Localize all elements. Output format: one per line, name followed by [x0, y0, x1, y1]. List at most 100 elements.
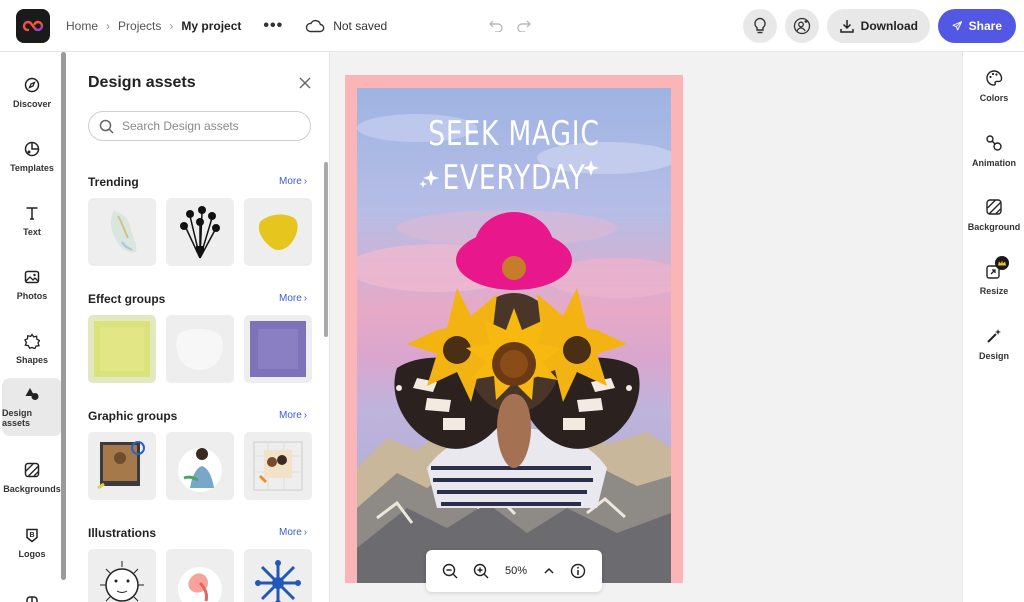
tool-label: Resize — [979, 286, 1009, 296]
search-box — [88, 111, 311, 141]
rail-label: Backgrounds — [3, 484, 61, 494]
more-label: More — [279, 293, 302, 304]
chevron-right-icon: › — [303, 293, 308, 304]
asset-thumb[interactable] — [166, 549, 234, 602]
sun-face-illustration — [100, 561, 144, 602]
download-button[interactable]: Download — [826, 9, 930, 43]
save-status: Not saved — [305, 19, 387, 33]
left-nav-rail: Discover Templates Text Photos Shapes De… — [0, 52, 66, 602]
asset-thumb[interactable] — [244, 432, 312, 500]
photo-icon — [24, 270, 40, 284]
asset-thumb[interactable] — [244, 315, 312, 383]
asset-thumb[interactable] — [88, 549, 156, 602]
premium-crown-icon — [995, 256, 1009, 270]
more-illustrations-link[interactable]: More › — [279, 527, 307, 538]
person-graphic-image — [178, 448, 222, 492]
rail-item-text[interactable]: Text — [2, 192, 62, 250]
chevron-right-icon: › — [303, 527, 308, 538]
logos-icon: B — [26, 528, 38, 543]
canvas-area: SEEK MAGIC EVERYDAY 50% — [330, 52, 962, 602]
tool-design[interactable]: Design — [963, 327, 1024, 361]
undo-button[interactable] — [486, 15, 506, 35]
share-label: Share — [968, 19, 1002, 33]
tool-background[interactable]: Background — [963, 198, 1024, 232]
tool-colors[interactable]: Colors — [963, 69, 1024, 103]
rail-item-discover[interactable]: Discover — [2, 64, 62, 122]
zoom-out-icon — [442, 563, 458, 579]
asset-thumb[interactable] — [88, 198, 156, 266]
rail-item-design-assets[interactable]: Design assets — [2, 378, 62, 436]
section-title-graphic-groups: Graphic groups — [88, 409, 178, 423]
redo-button[interactable] — [514, 15, 534, 35]
flower-bouquet-icon — [180, 206, 220, 259]
zoom-toolbar: 50% — [426, 550, 602, 592]
asset-thumb[interactable] — [244, 198, 312, 266]
add-ons-icon — [26, 596, 38, 602]
top-actions: Download Share — [742, 9, 1016, 43]
info-button[interactable] — [570, 563, 586, 579]
creative-cloud-icon — [22, 20, 44, 32]
zoom-out-button[interactable] — [442, 563, 458, 579]
rail-item-shapes[interactable]: Shapes — [2, 320, 62, 378]
rail-item-photos[interactable]: Photos — [2, 256, 62, 314]
section-title-trending: Trending — [88, 175, 139, 189]
rail-item-logos[interactable]: B Logos — [2, 514, 62, 572]
rail-item-backgrounds[interactable]: Backgrounds — [2, 449, 62, 507]
more-label: More — [279, 527, 302, 538]
family-photo-graphic-image — [253, 441, 303, 491]
panel-scrollbar[interactable] — [324, 162, 328, 337]
save-status-label: Not saved — [333, 19, 388, 33]
tool-animation[interactable]: Animation — [963, 134, 1024, 168]
asset-thumb[interactable] — [166, 315, 234, 383]
rail-label: Logos — [18, 549, 46, 559]
more-graphic-groups-link[interactable]: More › — [279, 410, 307, 421]
shapes-icon — [24, 333, 40, 349]
green-texture-image — [94, 321, 150, 377]
photo-collage-image — [97, 441, 145, 490]
abstract-paint-image — [110, 210, 137, 253]
breadcrumb-current[interactable]: My project — [181, 19, 241, 33]
more-options-button[interactable]: ••• — [263, 17, 283, 35]
more-effect-groups-link[interactable]: More › — [279, 293, 307, 304]
asset-thumb[interactable] — [166, 432, 234, 500]
share-button[interactable]: Share — [938, 9, 1016, 43]
more-label: More — [279, 176, 302, 187]
crown-icon — [998, 260, 1006, 266]
lightbulb-icon — [754, 17, 766, 34]
right-tools-rail: Colors Animation Background Resize Desig… — [962, 52, 1024, 602]
rail-label: Text — [23, 227, 41, 237]
undo-redo-group — [486, 15, 534, 35]
asset-thumb[interactable] — [88, 432, 156, 500]
breadcrumb-projects[interactable]: Projects — [118, 19, 161, 33]
tool-resize[interactable]: Resize — [963, 256, 1024, 296]
rail-label: Templates — [10, 163, 54, 173]
creative-cloud-logo[interactable] — [16, 9, 50, 43]
chevron-right-icon: › — [303, 410, 308, 421]
zoom-level[interactable]: 50% — [505, 565, 527, 577]
rail-label: Discover — [12, 99, 52, 109]
close-icon — [299, 77, 311, 89]
tool-label: Animation — [972, 158, 1016, 168]
search-input[interactable] — [122, 119, 292, 133]
poster-image: SEEK MAGIC EVERYDAY — [357, 88, 671, 583]
cloud-icon — [306, 19, 325, 33]
rail-item-more[interactable] — [2, 574, 62, 602]
rail-item-templates[interactable]: Templates — [2, 128, 62, 186]
more-trending-link[interactable]: More › — [279, 176, 307, 187]
zoom-options-button[interactable] — [543, 566, 555, 576]
asset-thumb[interactable] — [244, 549, 312, 602]
ideas-button[interactable] — [742, 9, 777, 43]
asset-thumb[interactable] — [166, 198, 234, 266]
close-panel-button[interactable] — [298, 76, 314, 92]
artboard[interactable]: SEEK MAGIC EVERYDAY — [345, 75, 683, 583]
zoom-in-button[interactable] — [473, 563, 489, 579]
download-icon — [839, 20, 854, 33]
invite-button[interactable] — [784, 9, 819, 43]
animation-icon — [986, 135, 1002, 151]
info-icon — [571, 563, 586, 579]
palette-icon — [986, 70, 1003, 86]
chevron-right-icon: › — [106, 19, 111, 33]
breadcrumb-home[interactable]: Home — [66, 19, 98, 33]
asset-thumb[interactable] — [88, 315, 156, 383]
tool-label: Colors — [979, 93, 1009, 103]
